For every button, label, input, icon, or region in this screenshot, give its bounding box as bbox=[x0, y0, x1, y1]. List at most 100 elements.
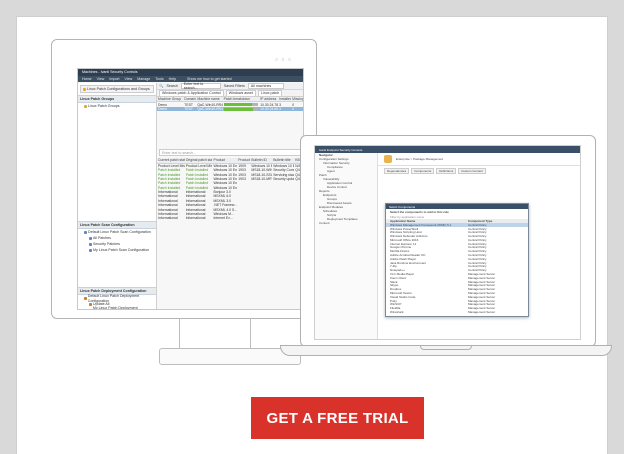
laptop-tab-2[interactable]: Definitions bbox=[436, 168, 457, 174]
laptop-main-title: Enterprise > Package Management bbox=[396, 157, 444, 161]
cell: Informational bbox=[185, 216, 206, 221]
gear-icon bbox=[84, 297, 87, 300]
column-header[interactable]: Product level bbox=[237, 158, 251, 164]
cell bbox=[250, 216, 272, 220]
tree-item-label: Security Patches bbox=[93, 242, 120, 247]
gear-icon bbox=[84, 105, 87, 108]
monitor-illustration: ○ ○ ○ Machines - Ivanti Security Control… bbox=[51, 39, 317, 365]
cell bbox=[237, 216, 250, 220]
laptop-notch bbox=[420, 345, 472, 350]
tree-item-label: All Patches bbox=[93, 236, 111, 241]
column-header[interactable]: Machine name bbox=[196, 97, 223, 103]
laptop-main-header: Enterprise > Package Management bbox=[378, 153, 580, 166]
camera-dots: ○ ○ ○ bbox=[275, 57, 292, 63]
select-components-dialog: Select Components Select the components … bbox=[385, 203, 529, 317]
search-icon: 🔍 bbox=[159, 83, 164, 88]
tree-item[interactable]: Default Linux Patch Deployment Configura… bbox=[78, 294, 156, 303]
package-icon bbox=[384, 155, 392, 163]
cell: Windows 10 Enterp... bbox=[213, 168, 238, 173]
column-header[interactable]: Original patch status bbox=[184, 158, 213, 164]
saved-filters-label: Saved Filters bbox=[223, 83, 245, 88]
dialog-component-type: Management Server bbox=[468, 310, 496, 315]
tab-1[interactable]: Windows asset bbox=[225, 90, 256, 96]
column-header[interactable]: Installed p... bbox=[278, 97, 292, 103]
search-toolbar: 🔍 Search Enter text to search... Saved F… bbox=[157, 82, 303, 90]
groups-spacer bbox=[78, 109, 156, 221]
navigator-tree: Configuration Settings Information Securi… bbox=[315, 157, 377, 225]
scan-spacer bbox=[78, 253, 156, 287]
config-combo-label: Linux Patch Configurations and Groups bbox=[87, 86, 150, 91]
column-header[interactable]: Current patch status bbox=[157, 158, 185, 164]
tree-item-label: My Linux Patch Scan Configuration bbox=[93, 248, 150, 253]
dialog-row[interactable]: Wireshark Management Server bbox=[386, 310, 528, 314]
search-input[interactable]: Enter text to search... bbox=[180, 82, 221, 90]
column-header[interactable]: Machine Group bbox=[157, 97, 184, 103]
monitor-screen: Machines - Ivanti Security Controls Home… bbox=[77, 68, 304, 310]
gear-icon bbox=[89, 303, 92, 306]
promo-card: ○ ○ ○ Machines - Ivanti Security Control… bbox=[17, 17, 612, 454]
cell: Informational bbox=[158, 216, 178, 221]
gear-icon bbox=[89, 249, 92, 252]
app-titlebar: Machines - Ivanti Security Controls bbox=[78, 69, 303, 76]
laptop-tab-0[interactable]: Dependencies bbox=[384, 168, 410, 174]
cell: MS18-10-MRT-4477137 bbox=[251, 176, 272, 181]
gear-icon bbox=[89, 237, 92, 240]
laptop-window-title: Ivanti Endpoint Security Console bbox=[315, 146, 580, 153]
cell: .NET Framew... bbox=[213, 203, 237, 208]
cell: QaC-Win10-RR4 bbox=[196, 106, 223, 112]
machines-header-row: Machine Group Domain Machine name Patch bre… bbox=[157, 97, 303, 103]
gear-icon bbox=[84, 231, 87, 234]
tree-item-label: Default Linux Patch Scan Configuration bbox=[88, 230, 151, 235]
column-header[interactable]: IP address bbox=[259, 97, 279, 103]
patch-bar-missing bbox=[252, 107, 258, 111]
cell: MS18-10-WIN10-NA0024 bbox=[251, 168, 272, 173]
window-title: Machines - Ivanti Security Controls bbox=[82, 70, 138, 75]
free-trial-button[interactable]: GET A FREE TRIAL bbox=[251, 397, 424, 439]
laptop-illustration: Ivanti Endpoint Security Console Navigat… bbox=[280, 135, 612, 371]
navigator-item[interactable]: Content bbox=[315, 221, 377, 225]
groups-header: Linux Patch Groups bbox=[78, 95, 156, 103]
tab-0[interactable]: Windows patch & Application Control bbox=[159, 90, 224, 96]
laptop-screen: Ivanti Endpoint Security Console Navigat… bbox=[314, 145, 581, 340]
patch-tabs: Windows patch & Application Control Windo… bbox=[157, 90, 303, 97]
dialog-app-name: Wireshark bbox=[390, 310, 404, 315]
menu-item[interactable]: View bbox=[97, 77, 105, 81]
gear-icon bbox=[89, 243, 92, 246]
monitor-stand-neck bbox=[179, 318, 251, 348]
laptop-tab-1[interactable]: Components bbox=[411, 168, 435, 174]
laptop-tab-3[interactable]: Custom Content bbox=[458, 168, 486, 174]
column-header[interactable]: Domain bbox=[183, 97, 197, 103]
laptop-navigator: Navigator Configuration Settings Informat… bbox=[315, 153, 378, 339]
cell: 10.30.24.66 bbox=[259, 106, 279, 112]
laptop-main-tabs: Dependencies Components Definitions Custom … bbox=[378, 166, 580, 174]
scan-config-header: Linux Patch Scan Configuration bbox=[78, 221, 156, 229]
menu-item[interactable]: Import bbox=[109, 77, 119, 81]
patch-bar-missing bbox=[251, 103, 258, 107]
menu-item[interactable]: Manage bbox=[137, 77, 150, 81]
tree-item[interactable]: My Linux Patch Deployment Configuration bbox=[78, 306, 156, 310]
tree-item[interactable]: Default Linux Patch Scan Configuration bbox=[78, 229, 156, 235]
patch-breakdown-cell bbox=[222, 106, 260, 112]
scan-config-list: Default Linux Patch Scan Configuration Al… bbox=[78, 229, 156, 253]
gear-icon bbox=[89, 309, 92, 310]
column-header[interactable]: Missing pat... bbox=[291, 97, 303, 103]
left-pane: Linux Patch Configurations and Groups Li… bbox=[78, 83, 157, 309]
menu-item[interactable]: Tools bbox=[155, 77, 163, 81]
tree-item-label: My Linux Patch Deployment Configuration bbox=[92, 306, 138, 310]
deploy-config-list: Default Linux Patch Deployment Configura… bbox=[78, 294, 156, 310]
patch-bar-installed bbox=[223, 103, 252, 107]
tree-item-label: Linux Patch Groups bbox=[88, 104, 120, 109]
cell: Internet Ex... bbox=[213, 216, 233, 221]
machines-body: Demo TEST QaC-Win10-RR4 10.30.24.78 3 0 Demo TE… bbox=[157, 102, 303, 112]
menu-item[interactable]: Home bbox=[82, 77, 92, 81]
config-combo[interactable]: Linux Patch Configurations and Groups bbox=[80, 85, 154, 93]
cell: Windows 10 Enterp... bbox=[213, 181, 238, 186]
tab-2[interactable]: Linux patch bbox=[257, 90, 283, 96]
help-link[interactable]: Show me how to get started bbox=[187, 77, 232, 81]
machines-table: Machine Group Domain Machine name Patch bre… bbox=[157, 97, 303, 112]
menu-item[interactable]: Help bbox=[169, 77, 176, 81]
saved-filters-select[interactable]: All machines bbox=[247, 83, 284, 89]
menu-item[interactable]: View bbox=[125, 77, 133, 81]
dialog-rows: Windows Management Framework (WMF) 5.1 Ce… bbox=[386, 223, 528, 314]
search-label: Search bbox=[166, 83, 178, 88]
